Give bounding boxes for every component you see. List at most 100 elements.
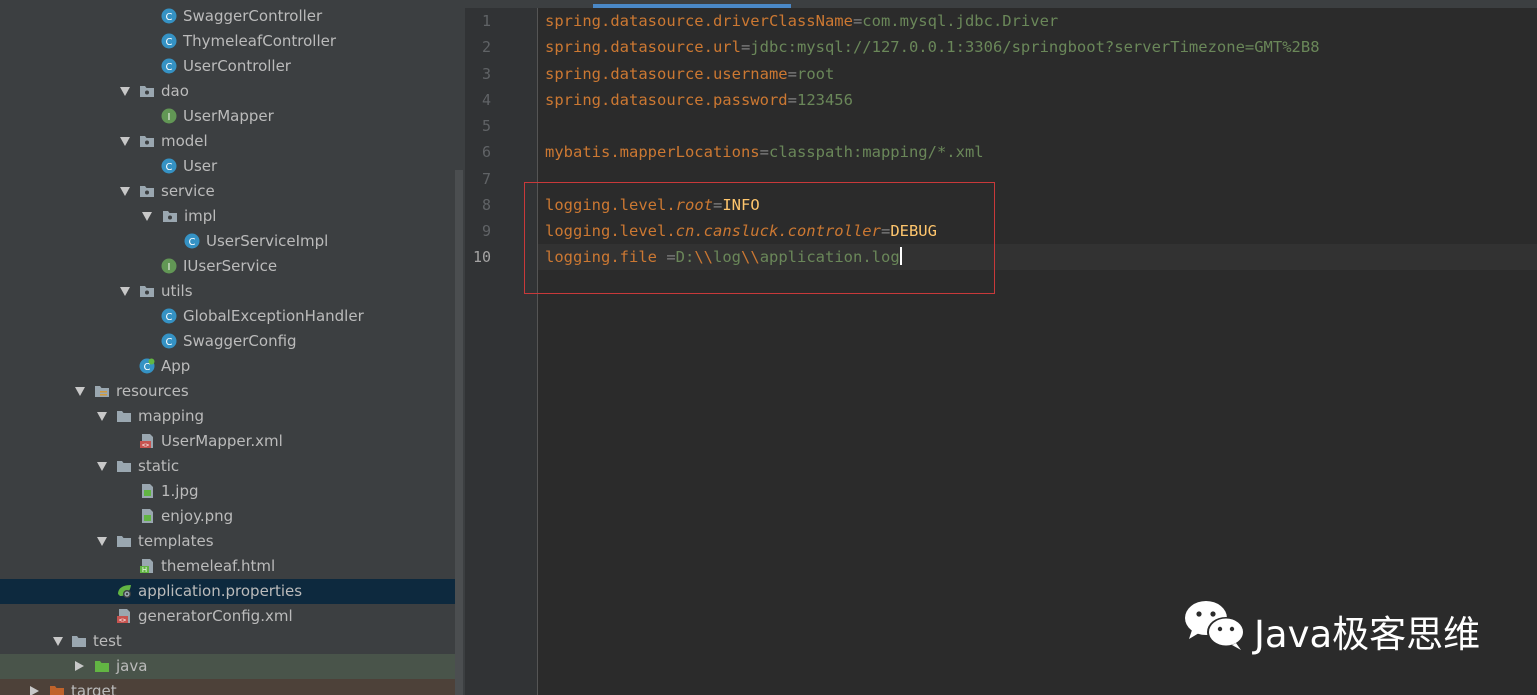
tree-item[interactable]: C SwaggerConfig bbox=[0, 329, 455, 354]
code-line-2[interactable]: spring.datasource.url=jdbc:mysql://127.0… bbox=[545, 37, 1320, 57]
collapse-arrow-icon[interactable] bbox=[97, 412, 107, 421]
tree-item[interactable]: C App bbox=[0, 354, 455, 379]
property-value: classpath:mapping/*.xml bbox=[768, 143, 984, 161]
tree-item[interactable]: service bbox=[0, 179, 455, 204]
property-key: spring.datasource.driverClassName bbox=[545, 12, 853, 30]
java-class-icon: C bbox=[161, 333, 177, 349]
tree-item-label: UserController bbox=[183, 57, 291, 75]
tree-item-label: dao bbox=[161, 82, 189, 100]
line-number: 6 bbox=[481, 143, 491, 161]
tree-item[interactable]: C User bbox=[0, 154, 455, 179]
tree-item[interactable]: <> generatorConfig.xml bbox=[0, 604, 455, 629]
line-number: 9 bbox=[481, 222, 491, 240]
tree-item-label: generatorConfig.xml bbox=[138, 607, 293, 625]
tree-item[interactable]: C UserController bbox=[0, 54, 455, 79]
tree-item-label: resources bbox=[116, 382, 189, 400]
resources-folder-icon bbox=[94, 383, 110, 399]
project-tree-scrollbar[interactable] bbox=[455, 170, 463, 695]
tree-item-label: SwaggerConfig bbox=[183, 332, 297, 350]
tree-item[interactable]: java bbox=[0, 654, 455, 679]
package-folder-icon bbox=[139, 283, 155, 299]
tree-item-label: App bbox=[161, 357, 191, 375]
tree-item-label: static bbox=[138, 457, 180, 475]
code-editor[interactable]: 1 2 3 4 5 6 7 8 9 10 spring.datasource.driverClas… bbox=[465, 0, 1537, 695]
tree-item-label: SwaggerController bbox=[183, 7, 323, 25]
tree-item-label: UserServiceImpl bbox=[206, 232, 329, 250]
tree-item[interactable]: model bbox=[0, 129, 455, 154]
property-key: spring.datasource.url bbox=[545, 38, 741, 56]
java-class-icon: C bbox=[161, 8, 177, 24]
collapse-arrow-icon[interactable] bbox=[97, 537, 107, 546]
code-line-6[interactable]: mybatis.mapperLocations=classpath:mappin… bbox=[545, 142, 984, 162]
property-value: com.mysql.jdbc.Driver bbox=[862, 12, 1059, 30]
svg-text:C: C bbox=[166, 12, 173, 23]
green-source-folder-icon bbox=[94, 658, 110, 674]
tree-item-label: enjoy.png bbox=[161, 507, 234, 525]
collapse-arrow-icon[interactable] bbox=[142, 212, 152, 221]
tree-item[interactable]: target bbox=[0, 679, 455, 695]
equals-sign: = bbox=[787, 65, 797, 83]
wechat-icon bbox=[1185, 601, 1245, 650]
collapse-arrow-icon[interactable] bbox=[120, 137, 130, 146]
spring-properties-icon bbox=[116, 583, 132, 599]
java-class-icon: C bbox=[161, 33, 177, 49]
expand-arrow-icon[interactable] bbox=[75, 661, 84, 671]
tree-item[interactable]: impl bbox=[0, 204, 455, 229]
svg-text:H: H bbox=[142, 566, 147, 574]
tree-item-label: test bbox=[93, 632, 122, 650]
tree-item[interactable]: I UserMapper bbox=[0, 104, 455, 129]
active-tab-indicator[interactable] bbox=[593, 4, 791, 8]
line-number-gutter: 1 2 3 4 5 6 7 8 9 10 bbox=[465, 8, 538, 695]
image-file-icon bbox=[139, 508, 155, 524]
expand-arrow-icon[interactable] bbox=[30, 686, 39, 695]
tree-item[interactable]: static bbox=[0, 454, 455, 479]
watermark-text: Java极客思维 bbox=[1254, 613, 1481, 656]
tree-item-label: templates bbox=[138, 532, 214, 550]
tree-item[interactable]: utils bbox=[0, 279, 455, 304]
line-number: 7 bbox=[481, 170, 491, 188]
editor-tab-strip[interactable] bbox=[465, 0, 1537, 8]
equals-sign: = bbox=[759, 143, 769, 161]
code-line-4[interactable]: spring.datasource.password=123456 bbox=[545, 90, 853, 110]
svg-text:C: C bbox=[166, 162, 173, 173]
tree-item[interactable]: dao bbox=[0, 79, 455, 104]
svg-text:I: I bbox=[168, 112, 171, 123]
tree-item[interactable]: I IUserService bbox=[0, 254, 455, 279]
tree-item[interactable]: test bbox=[0, 629, 455, 654]
line-number: 3 bbox=[481, 65, 491, 83]
tree-item[interactable]: mapping bbox=[0, 404, 455, 429]
tree-item-label: 1.jpg bbox=[161, 482, 199, 500]
project-tree-panel: C SwaggerController C ThymeleafController C U… bbox=[0, 0, 465, 695]
tree-item-label: themeleaf.html bbox=[161, 557, 276, 575]
tree-item[interactable]: C GlobalExceptionHandler bbox=[0, 304, 455, 329]
tree-item-label: service bbox=[161, 182, 215, 200]
collapse-arrow-icon[interactable] bbox=[53, 637, 63, 646]
equals-sign: = bbox=[740, 38, 751, 56]
package-folder-icon bbox=[139, 83, 155, 99]
tree-item[interactable]: C UserServiceImpl bbox=[0, 229, 455, 254]
collapse-arrow-icon[interactable] bbox=[97, 462, 107, 471]
code-line-1[interactable]: spring.datasource.driverClassName=com.my… bbox=[545, 11, 1058, 31]
tree-item[interactable]: enjoy.png bbox=[0, 504, 455, 529]
collapse-arrow-icon[interactable] bbox=[75, 387, 85, 396]
collapse-arrow-icon[interactable] bbox=[120, 287, 130, 296]
line-number: 10 bbox=[472, 248, 491, 266]
tree-item[interactable]: templates bbox=[0, 529, 455, 554]
svg-text:<>: <> bbox=[119, 617, 127, 624]
tree-item[interactable]: 1.jpg bbox=[0, 479, 455, 504]
collapse-arrow-icon[interactable] bbox=[120, 87, 130, 96]
svg-text:C: C bbox=[166, 62, 173, 73]
spring-boot-app-icon: C bbox=[139, 358, 155, 374]
code-line-3[interactable]: spring.datasource.username=root bbox=[545, 64, 834, 84]
collapse-arrow-icon[interactable] bbox=[120, 187, 130, 196]
tree-item[interactable]: Hthemeleaf.html bbox=[0, 554, 455, 579]
tree-item[interactable]: resources bbox=[0, 379, 455, 404]
svg-text:C: C bbox=[166, 312, 173, 323]
tree-item[interactable]: application.properties bbox=[0, 579, 455, 604]
tree-item[interactable]: C ThymeleafController bbox=[0, 29, 455, 54]
tree-item[interactable]: <> UserMapper.xml bbox=[0, 429, 455, 454]
tree-item[interactable]: C SwaggerController bbox=[0, 4, 455, 29]
equals-sign: = bbox=[787, 91, 797, 109]
property-key: mybatis.mapperLocations bbox=[545, 143, 760, 161]
equals-sign: = bbox=[852, 12, 863, 30]
